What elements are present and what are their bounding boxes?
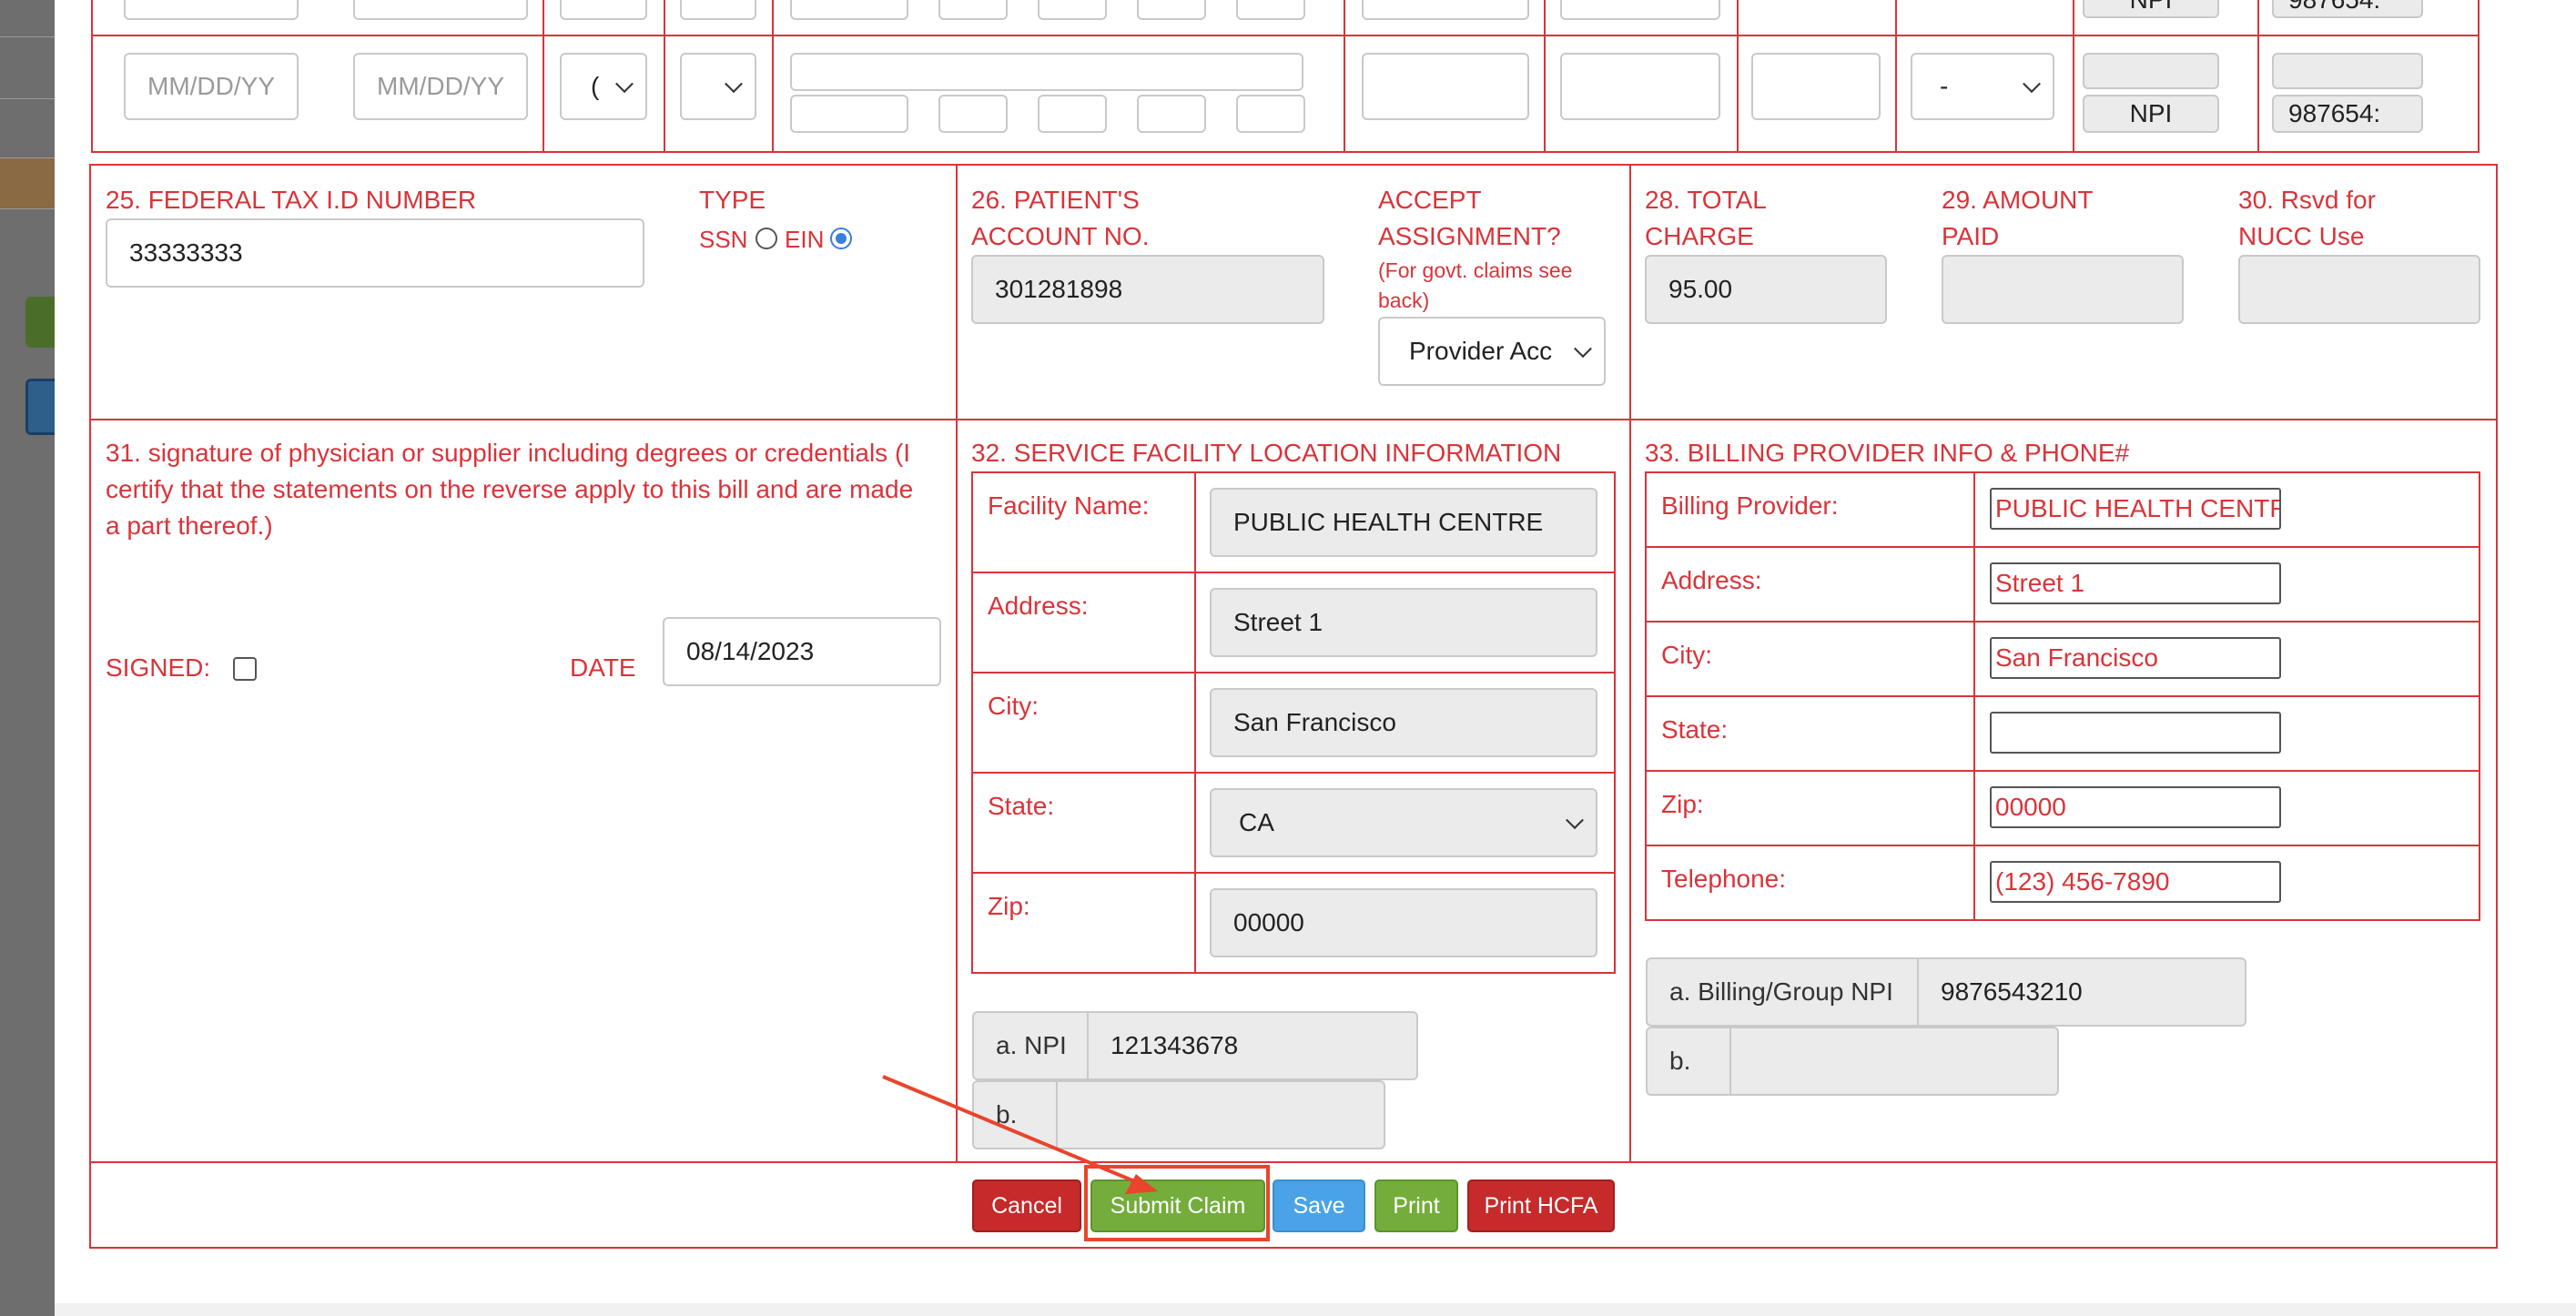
annotation-overlay	[882, 1075, 1270, 1241]
highlight-box	[1084, 1165, 1270, 1241]
annotation-arrow-head	[1125, 1174, 1158, 1194]
annotation-arrow-line	[882, 1075, 1144, 1187]
